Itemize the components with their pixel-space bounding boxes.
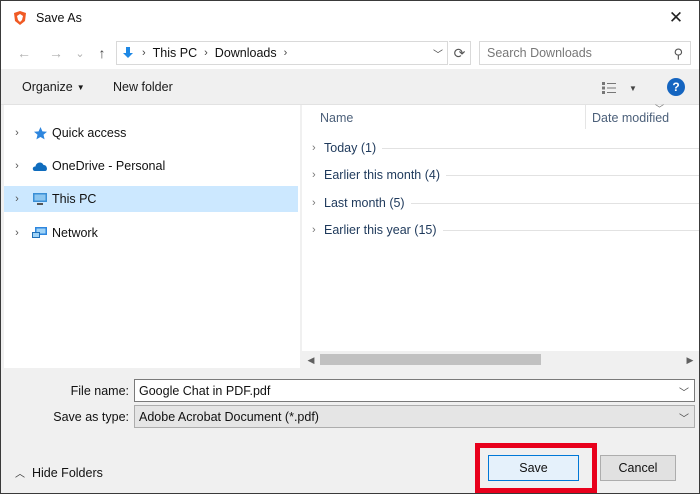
search-box[interactable]: ⚲ bbox=[479, 41, 691, 65]
breadcrumb-separator-icon: › bbox=[142, 47, 146, 59]
computer-icon bbox=[31, 191, 49, 207]
file-name-field[interactable]: ﹀ bbox=[134, 379, 695, 402]
group-divider bbox=[410, 202, 699, 204]
hide-folders-button[interactable]: ︿ Hide Folders bbox=[15, 465, 103, 481]
forward-button[interactable]: → bbox=[47, 44, 65, 62]
chevron-right-icon[interactable]: › bbox=[10, 160, 24, 172]
back-button[interactable]: ← bbox=[15, 44, 33, 62]
cloud-icon bbox=[31, 158, 49, 174]
caret-down-icon: ▼ bbox=[629, 83, 637, 93]
chevron-down-icon[interactable]: ﹀ bbox=[679, 384, 689, 399]
group-label: Last month (5) bbox=[324, 196, 405, 210]
search-icon[interactable]: ⚲ bbox=[673, 46, 683, 62]
view-options-button[interactable]: ▼ bbox=[601, 79, 641, 97]
column-divider[interactable] bbox=[585, 105, 586, 129]
window-title: Save As bbox=[36, 11, 82, 25]
chevron-right-icon[interactable]: › bbox=[10, 227, 24, 239]
file-name-input[interactable] bbox=[139, 383, 659, 398]
chevron-right-icon[interactable]: › bbox=[10, 127, 24, 139]
file-list: Name ﹀ Date modified › Today (1) › Earli… bbox=[302, 104, 699, 368]
group-header-last-month[interactable]: › Last month (5) bbox=[302, 191, 699, 215]
save-as-dialog: Save As ✕ ← → ⌄ ↑ › This PC › Downloads … bbox=[0, 0, 700, 494]
hide-folders-label: Hide Folders bbox=[32, 465, 103, 480]
organize-label: Organize bbox=[22, 80, 73, 94]
toolbar: Organize ▼ New folder ▼ ? bbox=[1, 69, 699, 105]
nav-item-label: OneDrive - Personal bbox=[52, 159, 166, 173]
column-header-name[interactable]: Name bbox=[320, 111, 353, 125]
nav-item-quick-access[interactable]: › Quick access bbox=[4, 120, 298, 146]
nav-item-onedrive[interactable]: › OneDrive - Personal bbox=[4, 153, 298, 179]
chevron-down-icon[interactable]: ﹀ bbox=[679, 410, 689, 425]
scroll-left-icon[interactable]: ◀ bbox=[304, 353, 318, 367]
nav-item-label: This PC bbox=[52, 192, 97, 206]
help-button[interactable]: ? bbox=[667, 78, 685, 96]
breadcrumb-this-pc[interactable]: This PC bbox=[153, 46, 197, 60]
network-icon bbox=[31, 225, 49, 241]
close-button[interactable]: ✕ bbox=[653, 1, 699, 35]
breadcrumb-separator-icon[interactable]: › bbox=[284, 47, 288, 59]
save-as-type-value: Adobe Acrobat Document (*.pdf) bbox=[139, 409, 319, 424]
group-label: Earlier this month (4) bbox=[324, 168, 441, 182]
nav-item-network[interactable]: › Network bbox=[4, 220, 298, 246]
group-divider bbox=[446, 174, 699, 176]
chevron-down-icon[interactable]: ﹀ bbox=[433, 46, 443, 61]
nav-item-label: Network bbox=[52, 226, 98, 240]
star-icon bbox=[31, 125, 49, 141]
nav-item-this-pc[interactable]: › This PC bbox=[4, 186, 298, 212]
cancel-button[interactable]: Cancel bbox=[600, 455, 676, 481]
chevron-up-icon: ︿ bbox=[15, 469, 25, 480]
chevron-right-icon[interactable]: › bbox=[312, 142, 324, 154]
scroll-right-icon[interactable]: ▶ bbox=[683, 353, 697, 367]
search-input[interactable] bbox=[487, 46, 657, 60]
group-label: Today (1) bbox=[324, 141, 377, 155]
group-header-today[interactable]: › Today (1) bbox=[302, 136, 699, 160]
details-view-icon bbox=[602, 82, 616, 94]
group-label: Earlier this year (15) bbox=[324, 223, 437, 237]
chevron-right-icon[interactable]: › bbox=[312, 169, 324, 181]
save-as-type-label: Save as type: bbox=[53, 410, 129, 424]
caret-down-icon: ▼ bbox=[76, 83, 85, 92]
address-bar[interactable]: › This PC › Downloads › ﹀ bbox=[116, 41, 448, 65]
save-as-type-select[interactable]: Adobe Acrobat Document (*.pdf) ﹀ bbox=[134, 405, 695, 428]
app-icon bbox=[14, 11, 26, 25]
breadcrumb-separator-icon: › bbox=[204, 47, 208, 59]
new-folder-button[interactable]: New folder bbox=[113, 80, 173, 94]
downloads-folder-icon bbox=[123, 47, 133, 58]
scrollbar-thumb[interactable] bbox=[320, 354, 541, 365]
chevron-right-icon[interactable]: › bbox=[10, 193, 24, 205]
file-name-label: File name: bbox=[70, 384, 129, 398]
title-bar: Save As ✕ bbox=[1, 1, 699, 35]
save-button[interactable]: Save bbox=[488, 455, 579, 481]
column-header-row: Name ﹀ Date modified bbox=[302, 104, 699, 129]
chevron-right-icon[interactable]: › bbox=[312, 224, 324, 236]
group-header-earlier-this-month[interactable]: › Earlier this month (4) bbox=[302, 163, 699, 187]
refresh-button[interactable]: ⟳ bbox=[449, 41, 471, 65]
group-divider bbox=[382, 147, 699, 149]
recent-locations-button[interactable]: ⌄ bbox=[71, 44, 89, 62]
group-header-earlier-this-year[interactable]: › Earlier this year (15) bbox=[302, 218, 699, 242]
up-button[interactable]: ↑ bbox=[93, 44, 111, 62]
chevron-right-icon[interactable]: › bbox=[312, 197, 324, 209]
column-header-date-modified[interactable]: Date modified bbox=[592, 111, 669, 125]
breadcrumb-downloads[interactable]: Downloads bbox=[215, 46, 277, 60]
address-row: ← → ⌄ ↑ › This PC › Downloads › ﹀ ⟳ ⚲ bbox=[1, 35, 699, 69]
group-divider bbox=[442, 229, 699, 231]
horizontal-scrollbar[interactable]: ◀ ▶ bbox=[302, 351, 699, 368]
nav-item-label: Quick access bbox=[52, 126, 127, 140]
organize-button[interactable]: Organize ▼ bbox=[22, 80, 85, 94]
navigation-pane: › Quick access › OneDrive - Personal › T… bbox=[4, 105, 300, 368]
